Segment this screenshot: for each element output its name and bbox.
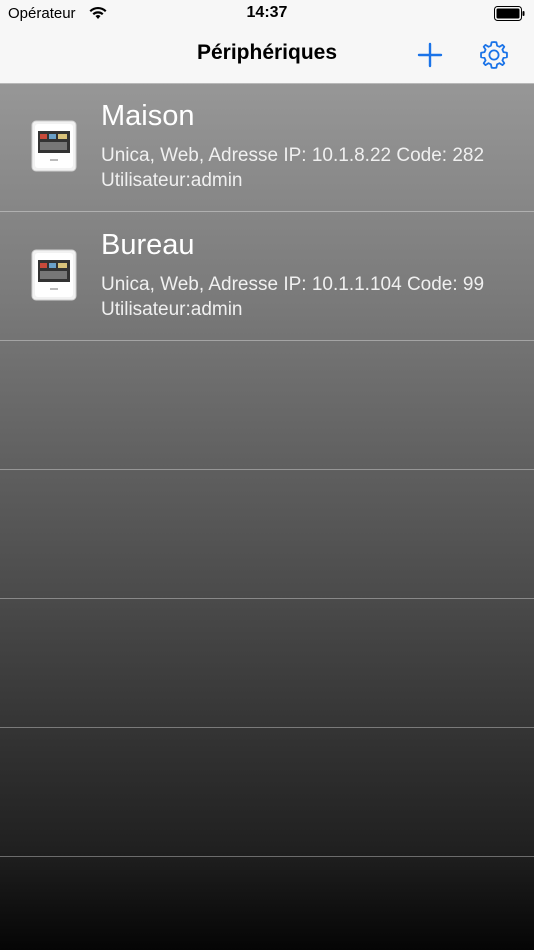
thermostat-device-icon: [31, 249, 77, 301]
device-details: Unica, Web, Adresse IP: 10.1.1.104 Code:…: [101, 272, 484, 322]
device-name: Maison: [101, 100, 195, 132]
clock: 14:37: [246, 4, 288, 21]
status-bar: Opérateur 14:37: [0, 0, 534, 28]
device-details: Unica, Web, Adresse IP: 10.1.8.22 Code: …: [101, 143, 484, 193]
empty-row: [0, 341, 534, 470]
device-details-line2: Utilisateur:admin: [101, 299, 243, 320]
empty-row: [0, 728, 534, 857]
navigation-bar: Périphériques: [0, 28, 534, 84]
page-title: Périphériques: [196, 41, 338, 64]
battery-icon: [494, 6, 525, 21]
device-row-bureau[interactable]: Bureau Unica, Web, Adresse IP: 10.1.1.10…: [0, 212, 534, 341]
plus-icon[interactable]: [416, 41, 444, 69]
device-name: Bureau: [101, 229, 195, 261]
device-details-line1: Unica, Web, Adresse IP: 10.1.8.22 Code: …: [101, 145, 485, 166]
device-list: Maison Unica, Web, Adresse IP: 10.1.8.22…: [0, 83, 534, 857]
device-details-line1: Unica, Web, Adresse IP: 10.1.1.104 Code:…: [101, 274, 485, 295]
device-row-maison[interactable]: Maison Unica, Web, Adresse IP: 10.1.8.22…: [0, 83, 534, 212]
device-details-line2: Utilisateur:admin: [101, 170, 243, 191]
empty-row: [0, 470, 534, 599]
empty-row: [0, 599, 534, 728]
gear-icon[interactable]: [478, 39, 510, 71]
thermostat-device-icon: [31, 120, 77, 172]
